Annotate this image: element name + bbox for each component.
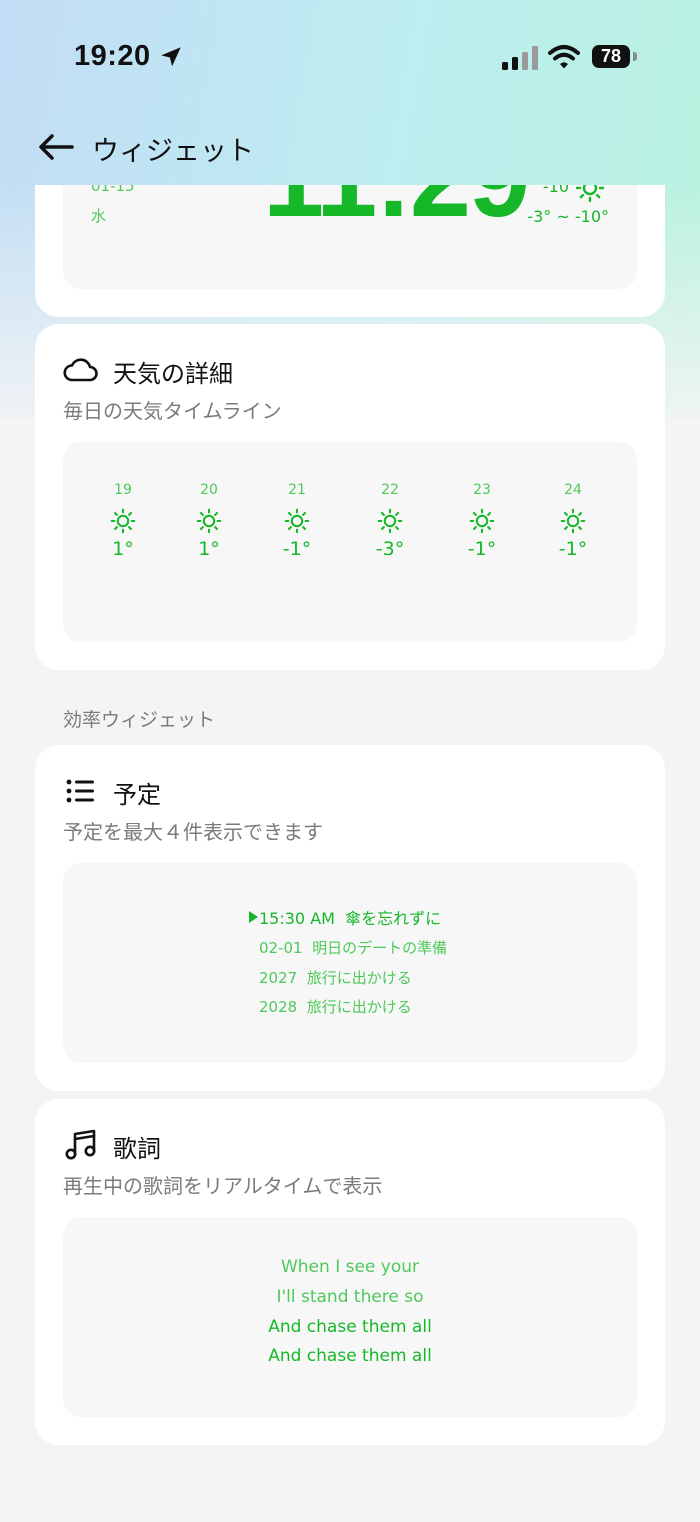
list-icon xyxy=(66,779,94,803)
clock-widget-card[interactable]: 01-15 水 11:29 -10° -3° ~ -10° xyxy=(35,185,665,317)
section-label-efficiency: 効率ウィジェット xyxy=(63,709,216,731)
page-title: ウィジェット xyxy=(92,136,254,167)
sun-icon xyxy=(560,508,586,534)
sun-icon xyxy=(377,508,403,534)
wifi-icon xyxy=(548,45,580,69)
sun-icon xyxy=(575,185,605,203)
arrow-left-icon[interactable] xyxy=(36,131,76,163)
schedule-item: 2027 旅行に出かける xyxy=(259,969,412,987)
clock-date: 01-15 xyxy=(91,185,135,195)
schedule-item: 2028 旅行に出かける xyxy=(259,998,412,1016)
weather-day-item: 23 -1° xyxy=(467,482,497,560)
lyrics-title: 歌詞 xyxy=(113,1135,161,1163)
sun-icon xyxy=(110,508,136,534)
schedule-item: 15:30 AM 傘を忘れずに xyxy=(259,909,442,928)
lyrics-preview: When I see your I'll stand there so And … xyxy=(63,1217,637,1417)
schedule-title: 予定 xyxy=(113,781,161,809)
status-bar: 19:20 78 xyxy=(0,0,700,110)
battery-icon: 78 xyxy=(592,45,630,68)
schedule-description: 予定を最大４件表示できます xyxy=(63,820,323,844)
battery-tip xyxy=(633,52,637,61)
weather-day-item: 20 1° xyxy=(169,482,249,560)
clock-current-temp: -10° xyxy=(542,185,577,196)
weather-detail-card[interactable]: 天気の詳細 毎日の天気タイムライン 19 1° 20 1° 21 -1° 22 … xyxy=(35,324,665,670)
clock-weekday: 水 xyxy=(91,207,107,225)
weather-timeline-preview: 19 1° 20 1° 21 -1° 22 -3° 23 -1° 24 -1° xyxy=(63,442,637,642)
signal-icon xyxy=(502,46,538,70)
lyrics-description: 再生中の歌詞をリアルタイムで表示 xyxy=(63,1174,383,1198)
lyric-line-current: And chase them all xyxy=(268,1346,432,1366)
weather-day-item: 24 -1° xyxy=(558,482,588,560)
schedule-item: 02-01 明日のデートの準備 xyxy=(259,939,448,957)
schedule-preview: 15:30 AM 傘を忘れずに 02-01 明日のデートの準備 2027 旅行に… xyxy=(63,863,637,1063)
status-time: 19:20 xyxy=(74,40,151,72)
clock-widget-preview: 01-15 水 11:29 -10° -3° ~ -10° xyxy=(63,185,637,289)
widget-list[interactable]: 01-15 水 11:29 -10° -3° ~ -10° xyxy=(0,185,700,1522)
weather-detail-description: 毎日の天気タイムライン xyxy=(63,399,282,423)
weather-detail-title: 天気の詳細 xyxy=(113,360,233,388)
sun-icon xyxy=(196,508,222,534)
play-arrow-icon xyxy=(249,911,258,923)
lyric-line-current: And chase them all xyxy=(268,1317,432,1337)
location-arrow-icon xyxy=(161,47,181,67)
music-note-icon xyxy=(65,1129,96,1160)
top-navigation-bar: ウィジェット xyxy=(0,115,700,185)
weather-day-item: 19 1° xyxy=(83,482,163,560)
lyrics-widget-card[interactable]: 歌詞 再生中の歌詞をリアルタイムで表示 When I see your I'll… xyxy=(35,1099,665,1445)
lyric-line: When I see your xyxy=(280,1257,420,1277)
schedule-widget-card[interactable]: 予定 予定を最大４件表示できます 15:30 AM 傘を忘れずに 02-01 明… xyxy=(35,745,665,1091)
weather-day-item: 21 -1° xyxy=(282,482,312,560)
sun-icon xyxy=(469,508,495,534)
cloud-icon xyxy=(63,358,98,382)
clock-temp-range: -3° ~ -10° xyxy=(527,207,609,226)
sun-icon xyxy=(284,508,310,534)
weather-day-item: 22 -3° xyxy=(375,482,405,560)
clock-time: 11:29 xyxy=(263,185,530,242)
lyric-line: I'll stand there so xyxy=(276,1287,424,1307)
